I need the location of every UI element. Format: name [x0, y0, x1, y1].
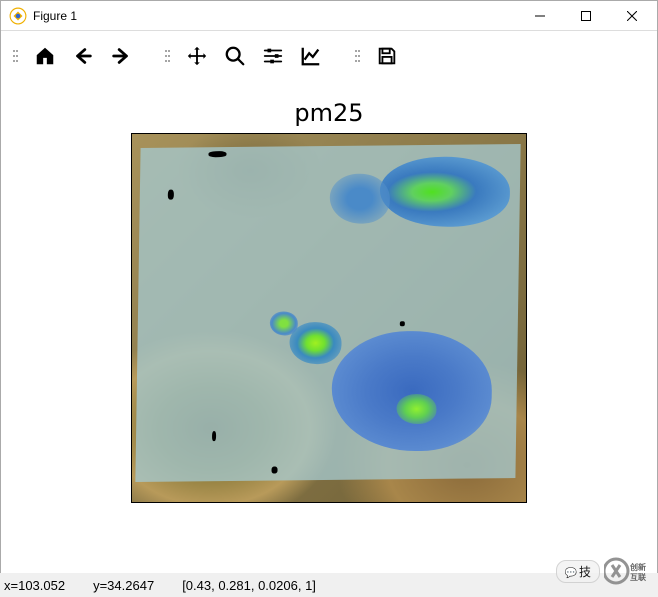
home-button[interactable] — [27, 38, 63, 74]
svg-text:创新: 创新 — [629, 562, 646, 572]
plot-area[interactable] — [131, 133, 527, 503]
status-x: x=103.052 — [4, 578, 65, 593]
window-controls — [517, 1, 655, 31]
chart-title: pm25 — [294, 99, 363, 127]
data-blob — [331, 330, 493, 452]
svg-text:互联: 互联 — [630, 572, 646, 582]
data-blob — [396, 394, 436, 424]
outline-mark — [168, 190, 174, 200]
forward-arrow-icon — [110, 45, 132, 67]
data-blob — [270, 311, 298, 335]
back-button[interactable] — [65, 38, 101, 74]
data-blob — [329, 173, 390, 224]
back-arrow-icon — [72, 45, 94, 67]
save-button[interactable] — [369, 38, 405, 74]
pan-button[interactable] — [179, 38, 215, 74]
forward-button[interactable] — [103, 38, 139, 74]
app-icon — [9, 7, 27, 25]
watermark-logo: 创新互联 — [604, 555, 656, 587]
status-pixel: [0.43, 0.281, 0.0206, 1] — [182, 578, 316, 593]
close-button[interactable] — [609, 1, 655, 31]
save-icon — [376, 45, 398, 67]
edit-axis-button[interactable] — [293, 38, 329, 74]
pm25-overlay — [135, 144, 520, 482]
configure-button[interactable] — [255, 38, 291, 74]
drag-handle-icon[interactable] — [13, 41, 21, 71]
home-icon — [34, 45, 56, 67]
drag-handle-icon[interactable] — [355, 41, 363, 71]
title-bar: Figure 1 — [1, 1, 657, 31]
outline-mark — [271, 466, 277, 473]
zoom-icon — [224, 45, 246, 67]
outline-mark — [400, 321, 405, 326]
chart-line-icon — [300, 45, 322, 67]
status-y: y=34.2647 — [93, 578, 154, 593]
sliders-icon — [262, 45, 284, 67]
figure-canvas[interactable]: pm25 — [1, 81, 657, 561]
watermark: 💬技 创新互联 — [556, 555, 656, 587]
window-title: Figure 1 — [33, 9, 517, 23]
watermark-bubble: 💬技 — [556, 560, 600, 583]
toolbar — [1, 31, 657, 81]
maximize-button[interactable] — [563, 1, 609, 31]
outline-mark — [212, 431, 216, 441]
zoom-button[interactable] — [217, 38, 253, 74]
minimize-button[interactable] — [517, 1, 563, 31]
drag-handle-icon[interactable] — [165, 41, 173, 71]
data-blob — [379, 156, 510, 227]
move-icon — [186, 45, 208, 67]
outline-mark — [208, 151, 226, 157]
